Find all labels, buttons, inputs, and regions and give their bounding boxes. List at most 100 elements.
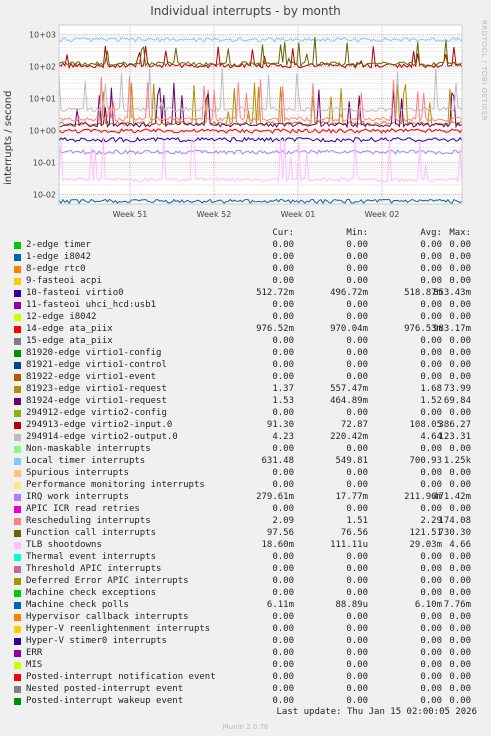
series-max: 0.00: [449, 684, 471, 694]
series-max: 174.08: [438, 516, 471, 526]
series-min: 0.00: [346, 312, 368, 322]
col-cur-header: Cur:: [272, 228, 294, 238]
series-min: 0.00: [346, 696, 368, 706]
series-min: 549.81: [335, 456, 368, 466]
series-name: 11-fasteoi uhci_hcd:usb1: [26, 300, 157, 310]
series-min: 88.89u: [335, 600, 368, 610]
series-max: 69.84: [443, 396, 471, 406]
series-cur: 1.53: [272, 396, 294, 406]
series-min: 0.00: [346, 552, 368, 562]
y-tick-label: 10-01: [33, 158, 56, 167]
series-max: 0.00: [449, 612, 471, 622]
series-swatch: [14, 614, 21, 621]
series-min: 0.00: [346, 684, 368, 694]
series-name: Machine check polls: [26, 600, 129, 610]
series-swatch: [14, 350, 21, 357]
series-max: 853.43m: [433, 288, 471, 298]
series-cur: 4.23: [272, 432, 294, 442]
series-name: 81920-edge virtio1-config: [26, 348, 162, 358]
series-swatch: [14, 266, 21, 273]
series-swatch: [14, 566, 21, 573]
series-swatch: [14, 518, 21, 525]
series-name: 12-edge i8042: [26, 312, 97, 322]
legend-row: 12-edge i8042 0.00 0.00 0.00 0.00: [14, 311, 484, 323]
series-swatch: [14, 410, 21, 417]
series-swatch: [14, 290, 21, 297]
legend-row: TLB shootdowns 18.60m 111.11u 29.03m 4.66: [14, 539, 484, 551]
series-max: 0.00: [449, 372, 471, 382]
series-cur: 279.61m: [256, 492, 294, 502]
legend-row: 9-fasteoi acpi 0.00 0.00 0.00 0.00: [14, 275, 484, 287]
y-tick-label: 10+02: [29, 63, 56, 72]
legend-row: Hypervisor callback interrupts 0.00 0.00 0.…: [14, 611, 484, 623]
series-swatch: [14, 302, 21, 309]
series-name: 14-edge ata_piix: [26, 324, 113, 334]
series-name: Rescheduling interrupts: [26, 516, 151, 526]
legend-row: ERR 0.00 0.00 0.00 0.00: [14, 647, 484, 659]
series-swatch: [14, 530, 21, 537]
series-cur: 976.52m: [256, 324, 294, 334]
legend-row: 81924-edge virtio1-request 1.53 464.89m 1.5…: [14, 395, 484, 407]
series-cur: 0.00: [272, 672, 294, 682]
legend-row: 81922-edge virtio1-event 0.00 0.00 0.00 0.00: [14, 371, 484, 383]
series-min: 464.89m: [330, 396, 368, 406]
series-min: 0.00: [346, 300, 368, 310]
series-max: 471.42m: [433, 492, 471, 502]
series-min: 0.00: [346, 576, 368, 586]
legend-row: 10-fasteoi virtio0 512.72m 496.72m 518.87m 8…: [14, 287, 484, 299]
series-swatch: [14, 506, 21, 513]
series-min: 0.00: [346, 648, 368, 658]
series-swatch: [14, 662, 21, 669]
series-cur: 0.00: [272, 360, 294, 370]
series-name: Hyper-V reenlightenment interrupts: [26, 624, 211, 634]
series-max: 386.27: [438, 420, 471, 430]
legend-row: Hyper-V reenlightenment interrupts 0.00 0.…: [14, 623, 484, 635]
legend-row: Thermal event interrupts 0.00 0.00 0.00 0.00: [14, 551, 484, 563]
series-max: 0.00: [449, 696, 471, 706]
series-swatch: [14, 254, 21, 261]
series-swatch: [14, 458, 21, 465]
legend-row: Hyper-V stimer0 interrupts 0.00 0.00 0.00 0.…: [14, 635, 484, 647]
series-name: Posted-interrupt wakeup event: [26, 696, 184, 706]
legend-row: Threshold APIC interrupts 0.00 0.00 0.00 0.0…: [14, 563, 484, 575]
series-max: 0.00: [449, 264, 471, 274]
series-swatch: [14, 434, 21, 441]
series-max: 0.00: [449, 564, 471, 574]
series-cur: 0.00: [272, 648, 294, 658]
series-swatch: [14, 590, 21, 597]
series-cur: 0.00: [272, 240, 294, 250]
series-name: APIC ICR read retries: [26, 504, 140, 514]
series-max: 4.66: [449, 540, 471, 550]
series-name: 294914-edge virtio2-output.0: [26, 432, 178, 442]
series-name: 8-edge rtc0: [26, 264, 86, 274]
series-name: 294912-edge virtio2-config: [26, 408, 167, 418]
series-min: 72.87: [340, 420, 368, 430]
series-name: Hypervisor callback interrupts: [26, 612, 189, 622]
series-min: 1.51: [346, 516, 368, 526]
series-name: Non-maskable interrupts: [26, 444, 151, 454]
x-tick-label: Week 01: [281, 210, 316, 219]
series-cur: 0.00: [272, 408, 294, 418]
series-name: Spurious interrupts: [26, 468, 129, 478]
series-min: 0.00: [346, 336, 368, 346]
series-name: Function call interrupts: [26, 528, 157, 538]
series-swatch: [14, 242, 21, 249]
series-swatch: [14, 314, 21, 321]
series-name: 81922-edge virtio1-event: [26, 372, 157, 382]
series-max: 0.00: [449, 672, 471, 682]
legend-row: 1-edge i8042 0.00 0.00 0.00 0.00: [14, 251, 484, 263]
series-min: 0.00: [346, 240, 368, 250]
series-name: Nested posted-interrupt event: [26, 684, 184, 694]
series-cur: 631.48: [261, 456, 294, 466]
y-tick-label: 10+01: [29, 95, 56, 104]
series-swatch: [14, 698, 21, 705]
series-cur: 97.56: [266, 528, 294, 538]
series-swatch: [14, 362, 21, 369]
series-cur: 0.00: [272, 276, 294, 286]
series-max: 0.00: [449, 480, 471, 490]
series-cur: 1.37: [272, 384, 294, 394]
x-tick-label: Week 51: [113, 210, 148, 219]
series-cur: 0.00: [272, 576, 294, 586]
series-cur: 512.72m: [256, 288, 294, 298]
legend-row: 14-edge ata_piix 976.52m 970.04m 976.53m 983…: [14, 323, 484, 335]
